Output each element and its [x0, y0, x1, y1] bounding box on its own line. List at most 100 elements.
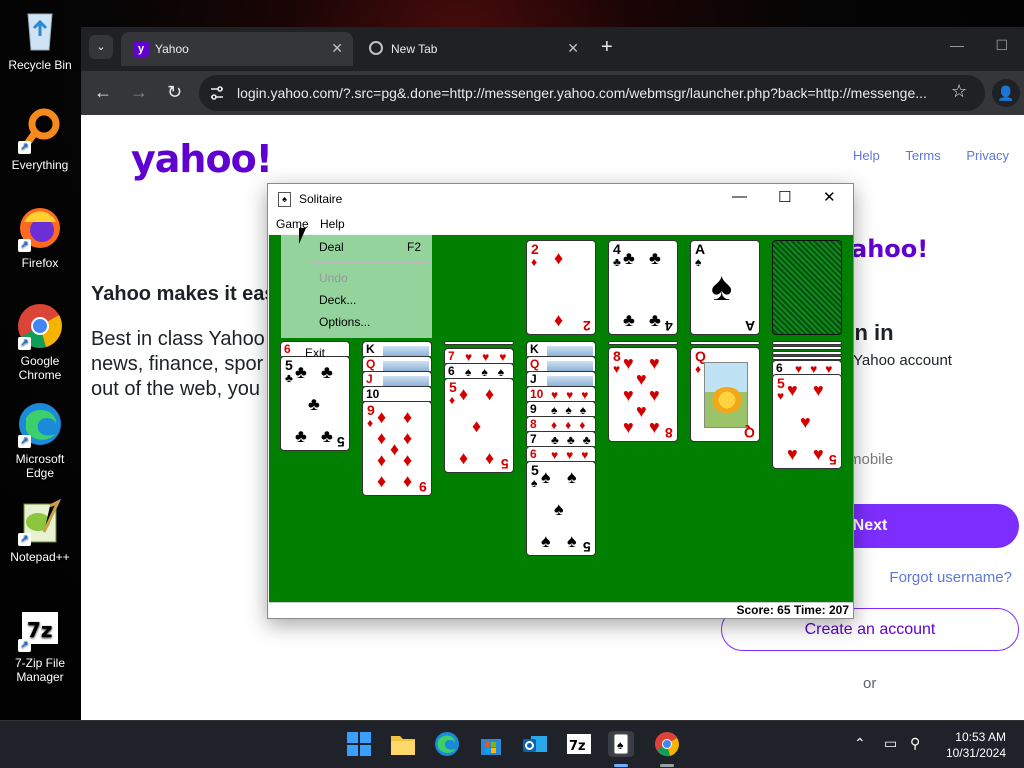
- card-rank: 4: [613, 241, 621, 257]
- hero-line: news, finance, spor: [91, 353, 264, 375]
- desktop-icon-edge[interactable]: ↗ Microsoft Edge: [4, 400, 76, 480]
- menu-item-undo[interactable]: Undo: [319, 271, 348, 285]
- forgot-username-link[interactable]: Forgot username?: [889, 569, 1012, 586]
- tableau-card-strip[interactable]: J: [362, 371, 432, 386]
- tableau-card-strip[interactable]: Q: [362, 356, 432, 371]
- desktop-icon-label: Google Chrome: [18, 354, 62, 382]
- tableau-card-strip[interactable]: 6 ♠♠♠: [444, 363, 514, 378]
- tableau-card-strip[interactable]: 9 ♠♠♠: [526, 401, 596, 416]
- seven-zip-taskbar-icon[interactable]: 7z: [566, 731, 592, 757]
- stock-pile[interactable]: [772, 240, 842, 335]
- game-menu-dropdown: Deal F2 Undo Deck... Options...: [281, 235, 432, 338]
- menu-item-exit[interactable]: Exit: [305, 346, 325, 360]
- tableau-card-strip[interactable]: 10: [362, 386, 432, 401]
- desktop-icon-firefox[interactable]: ↗ Firefox: [4, 204, 76, 270]
- address-bar[interactable]: login.yahoo.com/?.src=pg&.done=http://me…: [199, 75, 985, 111]
- tableau-top-card[interactable]: 5 ♥ ♥ ♥ ♥ ♥ ♥ 5: [772, 374, 842, 469]
- desktop-icon-7zip[interactable]: 7z ↗ 7-Zip File Manager: [4, 604, 76, 684]
- tableau-card-strip[interactable]: 10 ♥♥♥: [526, 386, 596, 401]
- forward-arrow-icon[interactable]: →: [130, 82, 148, 103]
- yahoo-logo[interactable]: yahoo!: [131, 137, 273, 181]
- reload-icon[interactable]: ↻: [167, 82, 182, 103]
- new-tab-plus-icon[interactable]: +: [601, 35, 613, 59]
- diamond-pip-icon: ♦: [459, 384, 469, 404]
- tableau-card-strip[interactable]: K: [362, 341, 432, 356]
- network-icon[interactable]: ⚲: [910, 735, 920, 752]
- tableau-top-card[interactable]: 8 ♥ ♥ ♥ ♥ ♥ ♥ ♥ ♥ ♥ 8: [608, 347, 678, 442]
- close-tab-icon[interactable]: ✕: [567, 40, 579, 57]
- face-down-card-edge: [772, 351, 842, 355]
- show-hidden-icons-chevron-icon[interactable]: ⌃: [854, 735, 866, 752]
- maximize-icon[interactable]: ☐: [778, 188, 791, 206]
- username-input[interactable]: mobile: [849, 451, 893, 468]
- windows-start-icon[interactable]: [346, 731, 372, 757]
- tableau-card-strip[interactable]: 7 ♣♣♣: [526, 431, 596, 446]
- minimize-icon[interactable]: —: [732, 188, 747, 205]
- menu-item-deck[interactable]: Deck...: [319, 293, 356, 307]
- card-face-art: [547, 361, 593, 371]
- outlook-icon[interactable]: [522, 731, 548, 757]
- tableau-card-strip[interactable]: 7 ♥♥♥: [444, 348, 514, 363]
- foundation-pile[interactable]: 2 ♦ ♦ ♦ 2: [526, 240, 596, 335]
- desktop-icon-everything[interactable]: ↗ Everything: [4, 106, 76, 172]
- menu-item-deal[interactable]: Deal: [319, 240, 344, 254]
- bookmark-star-icon[interactable]: ☆: [951, 81, 985, 102]
- tableau-card-strip[interactable]: J: [526, 371, 596, 386]
- tab-yahoo[interactable]: y Yahoo ✕: [121, 32, 353, 66]
- back-arrow-icon[interactable]: ←: [94, 82, 112, 103]
- tab-search-chevron-icon[interactable]: ⌄: [89, 35, 113, 59]
- menu-help[interactable]: Help: [320, 217, 345, 231]
- recycle-bin-icon: [16, 6, 64, 54]
- profile-icon[interactable]: 👤: [992, 79, 1020, 107]
- diamond-pip-icon: ♦: [403, 471, 413, 491]
- club-pip-icon: ♣: [308, 394, 320, 414]
- heart-suit-icon: ♥: [613, 362, 621, 376]
- card-rank: 5: [583, 539, 591, 555]
- tableau-card-strip[interactable]: Q: [526, 356, 596, 371]
- tableau-card-strip[interactable]: K: [526, 341, 596, 356]
- tableau-top-card[interactable]: 5 ♠ ♠ ♠ ♠ ♠ ♠ 5: [526, 461, 596, 556]
- tableau-top-card[interactable]: Q ♦ Q: [690, 347, 760, 442]
- solitaire-taskbar-icon[interactable]: ♠: [608, 731, 634, 757]
- edge-taskbar-icon[interactable]: [434, 731, 460, 757]
- taskbar: 7z ♠ ⌃ ▭ ⚲ 10:53 AM 10/31/2024: [0, 720, 1024, 768]
- tab-title: New Tab: [391, 42, 438, 56]
- card-rank: 8: [665, 425, 673, 441]
- maximize-icon[interactable]: ☐: [995, 37, 1008, 54]
- site-settings-icon[interactable]: [209, 85, 225, 101]
- card-rank: J: [530, 372, 537, 386]
- tableau-card-strip[interactable]: 6 ♥♥♥: [526, 446, 596, 461]
- browser-toolbar: ← → ↻ login.yahoo.com/?.src=pg&.done=htt…: [81, 71, 1024, 115]
- tableau-top-card[interactable]: 5 ♦ ♦ ♦ ♦ ♦ ♦ 5: [444, 378, 514, 473]
- solitaire-titlebar[interactable]: ♠ Solitaire — ☐ ✕: [268, 184, 853, 214]
- minimize-icon[interactable]: —: [950, 37, 964, 53]
- display-icon[interactable]: ▭: [884, 735, 897, 752]
- tableau-card-strip[interactable]: 8 ♦♦♦: [526, 416, 596, 431]
- foundation-pile[interactable]: A ♠ ♠ A: [690, 240, 760, 335]
- face-down-card-edge: [444, 341, 514, 345]
- chrome-taskbar-icon[interactable]: [654, 731, 680, 757]
- club-pip-icon: ♣: [649, 248, 661, 268]
- close-tab-icon[interactable]: ✕: [331, 40, 343, 57]
- desktop-icon-recycle-bin[interactable]: Recycle Bin: [4, 6, 76, 72]
- desktop-icon-chrome[interactable]: ↗ Google Chrome: [4, 302, 76, 382]
- file-explorer-icon[interactable]: [390, 731, 416, 757]
- face-down-card-edge: [608, 341, 678, 345]
- microsoft-store-icon[interactable]: [478, 731, 504, 757]
- diamond-suit-icon: ♦: [449, 393, 456, 407]
- tableau-top-card[interactable]: 9 ♦ ♦ ♦ ♦ ♦ ♦ ♦ ♦ ♦ ♦ 9: [362, 401, 432, 496]
- tableau-card-strip[interactable]: 6 ♥♥♥: [772, 360, 842, 375]
- heart-pip-icon: ♥: [800, 412, 811, 432]
- desktop-icon-notepadpp[interactable]: ↗ Notepad++: [4, 498, 76, 564]
- shortcut-arrow-icon: ↗: [18, 337, 31, 350]
- foundation-pile[interactable]: 4 ♣ ♣ ♣ ♣ ♣ 4: [608, 240, 678, 335]
- system-clock[interactable]: 10:53 AM 10/31/2024: [946, 729, 1006, 761]
- card-rank: 6: [776, 361, 783, 375]
- spade-suit-icon: ♠: [531, 476, 538, 490]
- diamond-suit-icon: ♦: [695, 362, 702, 376]
- close-icon[interactable]: ✕: [823, 188, 836, 206]
- tableau-top-card[interactable]: 5 ♣ ♣ ♣ ♣ ♣ ♣ 5: [280, 356, 350, 451]
- tab-new-tab[interactable]: New Tab ✕: [357, 32, 589, 66]
- menu-item-options[interactable]: Options...: [319, 315, 370, 329]
- diamond-pip-icon: ♦: [554, 248, 564, 268]
